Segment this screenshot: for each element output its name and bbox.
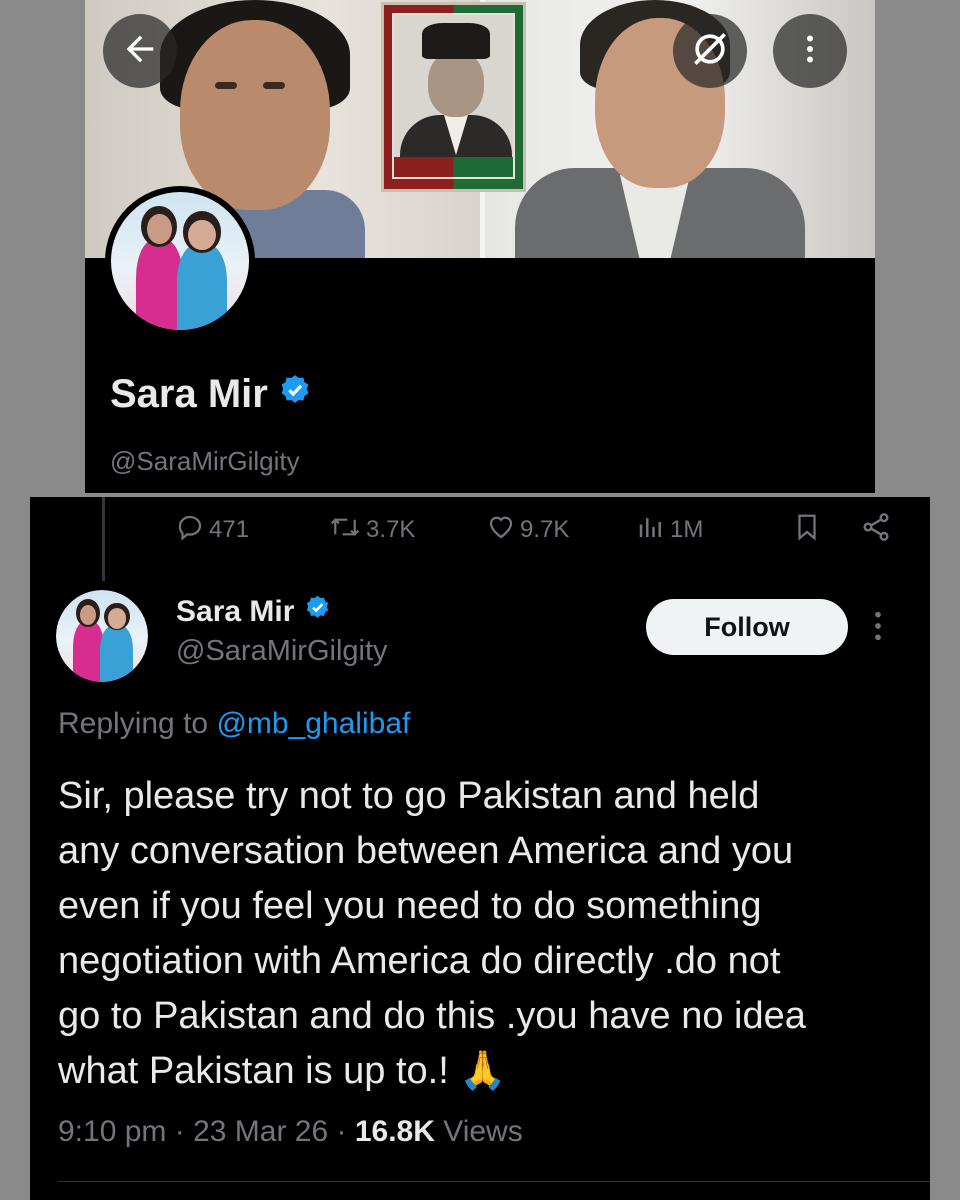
- tweet-views-label: Views: [443, 1115, 523, 1148]
- profile-avatar[interactable]: [105, 186, 255, 336]
- replying-to-prefix: Replying to: [58, 707, 217, 740]
- profile-name: Sara Mir: [110, 372, 312, 417]
- reply-count: 471: [209, 516, 250, 543]
- reply-button[interactable]: 471: [175, 512, 249, 549]
- profile-handle: @SaraMirGilgity: [110, 446, 300, 476]
- bookmark-button[interactable]: [792, 511, 822, 550]
- meta-separator: ·: [328, 1115, 355, 1148]
- tweet-author-name[interactable]: Sara Mir: [176, 594, 331, 629]
- banner-portrait-frame: [381, 2, 526, 192]
- expand-off-icon: [688, 27, 732, 75]
- views-count: 1M: [670, 516, 704, 543]
- like-count: 9.7K: [520, 516, 570, 543]
- follow-button[interactable]: Follow: [646, 599, 848, 655]
- more-options-button[interactable]: [773, 14, 847, 88]
- tweet-author-name-text: Sara Mir: [176, 594, 295, 628]
- tweet-author-avatar[interactable]: [56, 590, 148, 682]
- more-vertical-icon: [792, 31, 828, 71]
- analytics-icon: [636, 512, 666, 549]
- share-icon: [860, 511, 892, 550]
- tweet-action-bar: 471 3.7K 9.7K 1M: [170, 507, 890, 553]
- more-vertical-icon: [872, 611, 884, 647]
- verified-badge-icon: [304, 594, 331, 629]
- tweet-date[interactable]: 23 Mar 26: [193, 1115, 328, 1148]
- like-button[interactable]: 9.7K: [486, 512, 569, 549]
- tweet-more-button[interactable]: [872, 609, 884, 647]
- retweet-icon: [328, 512, 362, 549]
- share-button[interactable]: [860, 511, 892, 550]
- verified-badge-icon: [278, 372, 312, 417]
- arrow-left-icon: [120, 29, 160, 73]
- tweet-views-count: 16.8K: [354, 1115, 435, 1148]
- retweet-button[interactable]: 3.7K: [328, 512, 415, 549]
- view-toggle-button[interactable]: [673, 14, 747, 88]
- heart-icon: [486, 512, 516, 549]
- divider: [58, 1181, 930, 1182]
- tweet-author-handle[interactable]: @SaraMirGilgity: [176, 635, 388, 668]
- tweet-time[interactable]: 9:10 pm: [58, 1115, 166, 1148]
- profile-card: Sara Mir @SaraMirGilgity: [85, 0, 875, 493]
- replying-to-line: Replying to @mb_ghalibaf: [58, 707, 410, 741]
- replying-to-mention-link[interactable]: @mb_ghalibaf: [216, 707, 410, 740]
- retweet-count: 3.7K: [366, 516, 416, 543]
- tweet-timestamp-line: 9:10 pm · 23 Mar 26 · 16.8K Views: [58, 1115, 523, 1149]
- bookmark-icon: [792, 511, 822, 550]
- profile-name-text: Sara Mir: [110, 372, 268, 416]
- meta-separator: ·: [166, 1115, 194, 1148]
- back-button[interactable]: [103, 14, 177, 88]
- views-button[interactable]: 1M: [636, 512, 703, 549]
- tweet-body-text: Sir, please try not to go Pakistan and h…: [58, 775, 806, 1092]
- reply-icon: [175, 512, 205, 549]
- thread-connector-line: [102, 497, 105, 581]
- tweet-card: 471 3.7K 9.7K 1M Sara Mir @SaraMirGilgit…: [30, 497, 930, 1200]
